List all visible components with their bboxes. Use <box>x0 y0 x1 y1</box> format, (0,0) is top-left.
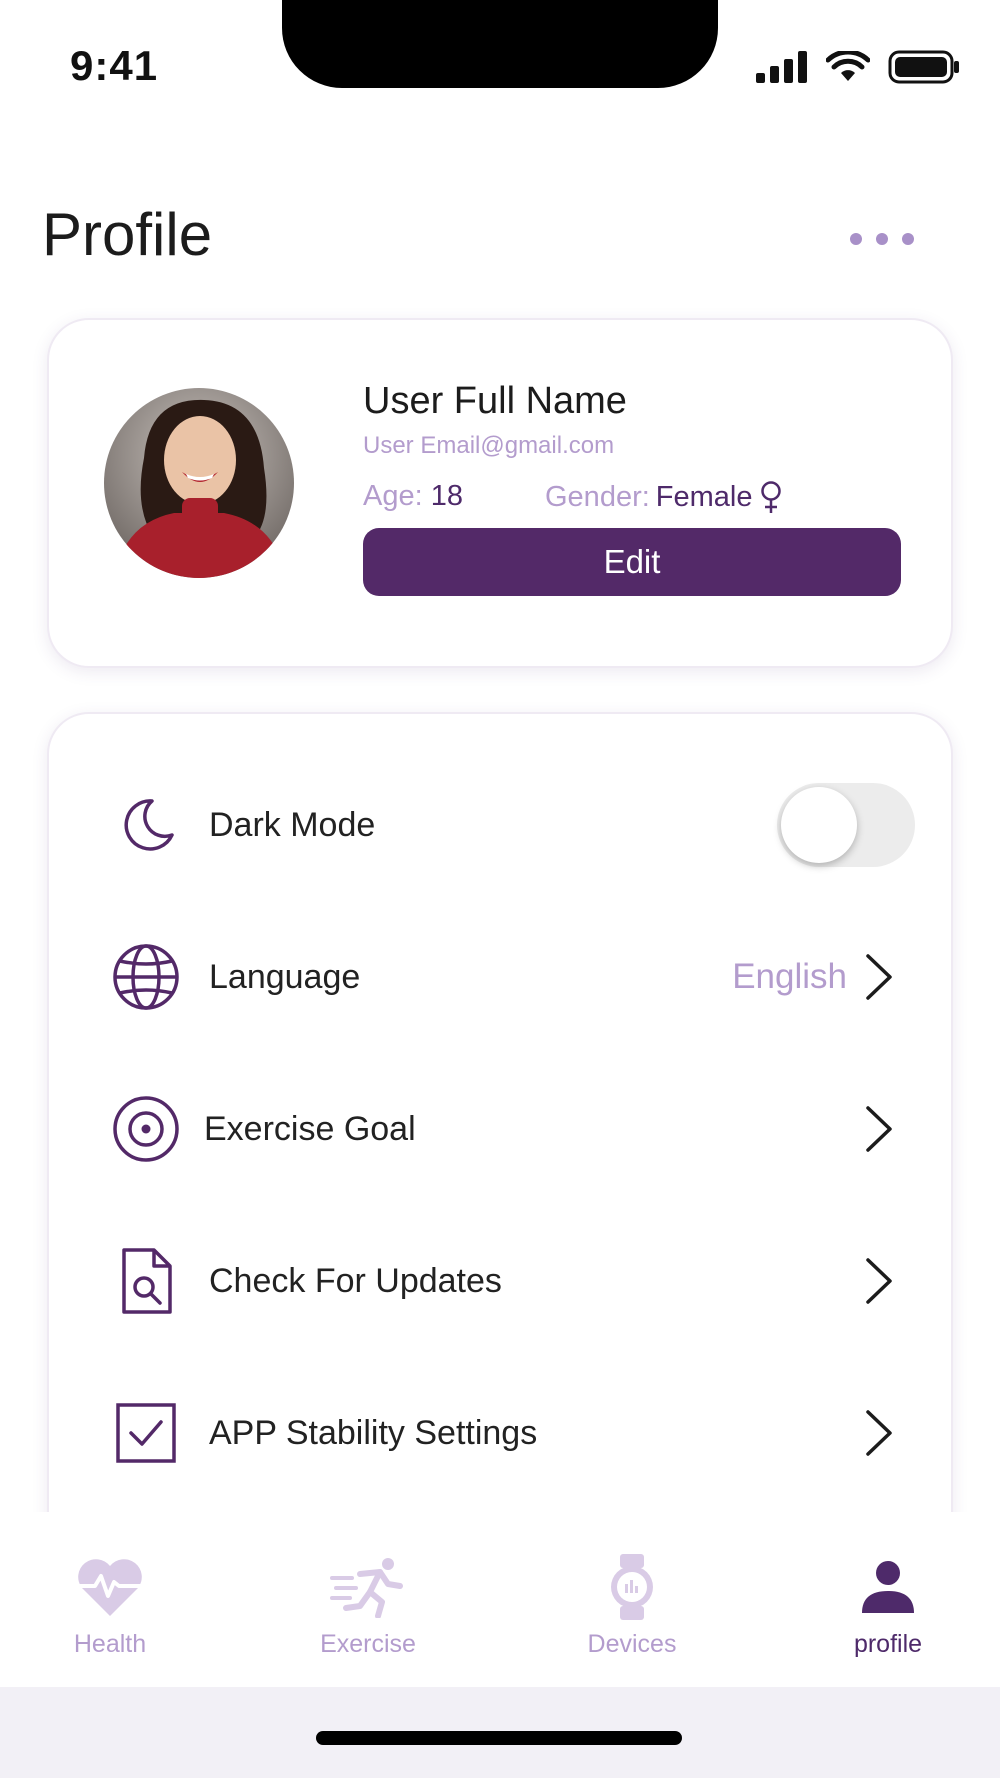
tab-exercise-label: Exercise <box>320 1630 416 1658</box>
document-search-icon <box>111 1246 181 1316</box>
chevron-right-icon <box>861 1256 897 1306</box>
toggle-knob <box>781 787 857 863</box>
age-value: 18 <box>430 480 463 512</box>
setting-language[interactable]: Language English <box>49 922 955 1032</box>
check-updates-label: Check For Updates <box>209 1261 502 1300</box>
gender-label: Gender: <box>545 480 650 513</box>
language-value: English <box>732 957 847 996</box>
tab-profile[interactable]: profile <box>778 1512 998 1687</box>
more-dot-icon <box>902 233 914 245</box>
globe-icon <box>111 942 181 1012</box>
gender-info: Gender: Female <box>545 480 783 514</box>
exercise-goal-label: Exercise Goal <box>204 1109 416 1148</box>
user-email: User Email@gmail.com <box>363 432 615 459</box>
language-label: Language <box>209 957 361 996</box>
user-meta-row: Age: 18 Gender: Female <box>363 480 783 514</box>
edit-profile-button[interactable]: Edit <box>363 528 901 596</box>
profile-card: User Full Name User Email@gmail.com Age:… <box>47 318 953 668</box>
page-title: Profile <box>42 201 213 268</box>
dark-mode-toggle[interactable] <box>777 783 915 867</box>
cellular-signal-icon <box>756 51 807 83</box>
tab-devices[interactable]: Devices <box>522 1512 742 1687</box>
more-dot-icon <box>876 233 888 245</box>
tab-devices-label: Devices <box>587 1630 677 1658</box>
female-symbol-icon <box>760 481 781 513</box>
person-icon <box>848 1554 928 1620</box>
chevron-right-icon <box>861 952 897 1002</box>
tab-health[interactable]: Health <box>0 1512 220 1687</box>
age-info: Age: 18 <box>363 480 463 514</box>
checkbox-checked-icon <box>111 1398 181 1468</box>
dark-mode-label: Dark Mode <box>209 805 376 844</box>
tab-profile-label: profile <box>853 1630 923 1658</box>
setting-exercise-goal[interactable]: Exercise Goal <box>49 1074 955 1184</box>
status-time: 9:41 <box>70 42 159 89</box>
more-dot-icon <box>850 233 862 245</box>
chevron-right-icon <box>861 1104 897 1154</box>
battery-icon <box>888 50 959 84</box>
status-icons <box>756 50 960 84</box>
target-icon <box>111 1094 181 1164</box>
settings-card: Dark Mode Language English Exercise Goal… <box>47 712 953 1532</box>
tab-health-label: Health <box>73 1630 147 1658</box>
user-name: User Full Name <box>363 380 627 422</box>
watch-icon <box>592 1554 672 1620</box>
heart-pulse-icon <box>70 1554 150 1620</box>
setting-dark-mode: Dark Mode <box>49 770 955 880</box>
device-notch <box>282 0 718 88</box>
chevron-right-icon <box>861 1408 897 1458</box>
setting-check-updates[interactable]: Check For Updates <box>49 1226 955 1336</box>
running-icon <box>328 1554 408 1620</box>
bottom-tab-bar: Health Exercise Devices profile <box>0 1512 1000 1687</box>
home-indicator-area <box>0 1687 1000 1778</box>
more-options-button[interactable] <box>850 225 914 253</box>
gender-value: Female <box>655 480 753 513</box>
tab-exercise[interactable]: Exercise <box>258 1512 478 1687</box>
home-indicator[interactable] <box>316 1731 682 1745</box>
wifi-icon <box>826 51 870 81</box>
avatar <box>104 388 294 578</box>
status-bar: 9:41 <box>0 0 1000 120</box>
moon-icon <box>111 790 181 860</box>
age-label: Age: <box>363 480 423 512</box>
app-stability-label: APP Stability Settings <box>209 1413 538 1452</box>
setting-app-stability[interactable]: APP Stability Settings <box>49 1378 955 1488</box>
